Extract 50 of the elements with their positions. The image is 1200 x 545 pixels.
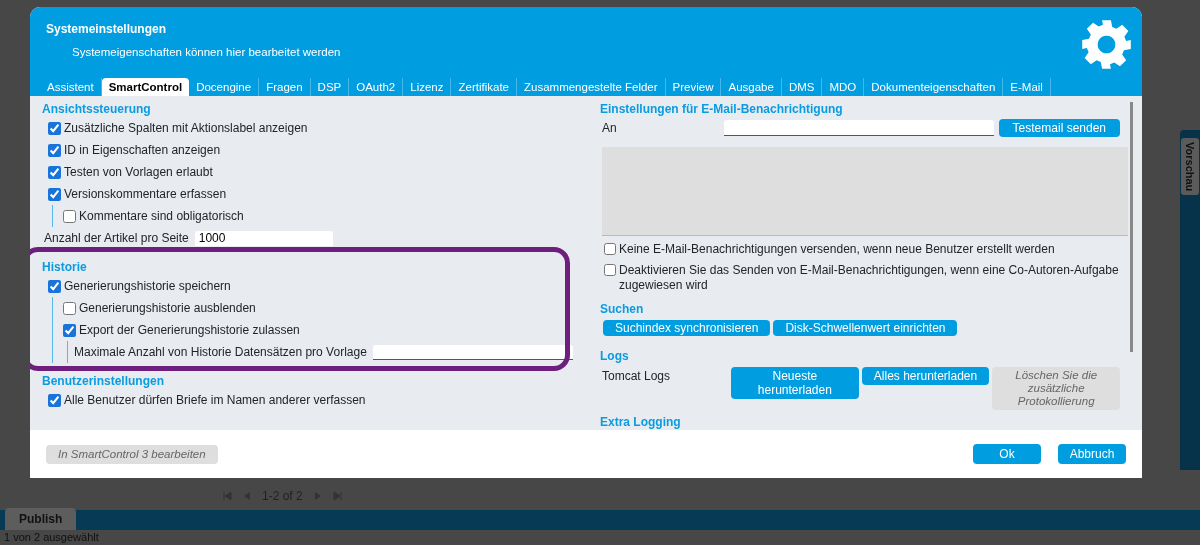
checkbox-label: Export der Generierungshistorie zulassen [79,322,300,339]
send-test-button[interactable]: Testemail senden [998,119,1120,137]
checkbox-label: Generierungshistorie speichern [64,278,231,295]
button[interactable]: Suchindex synchronisieren [603,320,771,336]
button[interactable]: Abbruch [1058,444,1126,464]
button[interactable]: Disk-Schwellenwert einrichten [773,320,958,336]
section-heading: Extra Logging [600,414,682,430]
button[interactable]: Alles herunterladen [861,367,990,385]
checkbox[interactable] [48,121,61,135]
dialog-title: Systemeinstellungen [46,21,168,38]
checkbox-label: Keine E-Mail-Benachrichtigungen versenden, wenn neue Benutzer erstellt werden [619,242,1055,257]
tab[interactable]: SmartControl [101,78,190,96]
publish-tab[interactable]: Publish [5,508,77,530]
checkbox[interactable] [48,393,61,407]
checkbox-label: Deaktivieren Sie das Senden von E-Mail-Benachrichtigungen, wenn eine Co-Autoren-Aufgabe zugewiesen wird [619,263,1120,293]
checkbox[interactable] [48,165,61,179]
section-heading: Benutzerinstellungen [42,373,165,389]
checkbox-label: Kommentare sind obligatorisch [79,208,244,225]
section-heading: Einstellungen für E-Mail-Benachrichtigung [600,101,844,117]
checkbox[interactable] [48,279,61,293]
checkbox[interactable] [63,209,76,223]
input-field[interactable]: 1000 [194,230,333,246]
checkbox-label: Testen von Vorlagen erlaubt [64,164,213,181]
email-field[interactable] [724,120,994,136]
checkbox[interactable] [48,187,61,201]
checkbox[interactable] [48,143,61,157]
section-heading: Ansichtssteuerung [42,101,152,117]
input-field[interactable] [372,344,573,360]
checkbox[interactable] [604,264,616,276]
checkbox-label: Generierungshistorie ausblenden [79,300,256,317]
button[interactable]: Ok [973,444,1041,464]
section-heading: Logs [600,348,630,364]
section-heading: Suchen [600,301,645,317]
field-label: Anzahl der Artikel pro Seite [44,230,189,247]
button[interactable]: Neueste herunterladen [731,367,859,399]
checkbox[interactable] [63,301,76,315]
checkbox-label: ID in Eigenschaften anzeigen [64,142,221,159]
scrollbar[interactable] [1130,102,1133,352]
section-heading: Historie [42,259,88,275]
field-label: An [601,120,618,137]
field-label: Tomcat Logs [601,368,672,385]
side-tab[interactable]: Vorschau [1180,138,1200,196]
checkbox[interactable] [604,243,616,255]
checkbox[interactable] [63,323,76,337]
checkbox-label: Alle Benutzer dürfen Briefe im Namen anderer verfassen [64,392,366,409]
dialog-subtitle: Systemeigenschaften können hier bearbeitet werden [72,45,342,60]
checkbox-label: Versionskommentare erfassen [64,186,227,203]
checkbox-label: Zusätzliche Spalten mit Aktionslabel anzeigen [64,120,308,137]
field-label: Maximale Anzahl von Historie Datensätzen pro Vorlage [74,344,367,361]
gear-icon [1080,18,1133,71]
